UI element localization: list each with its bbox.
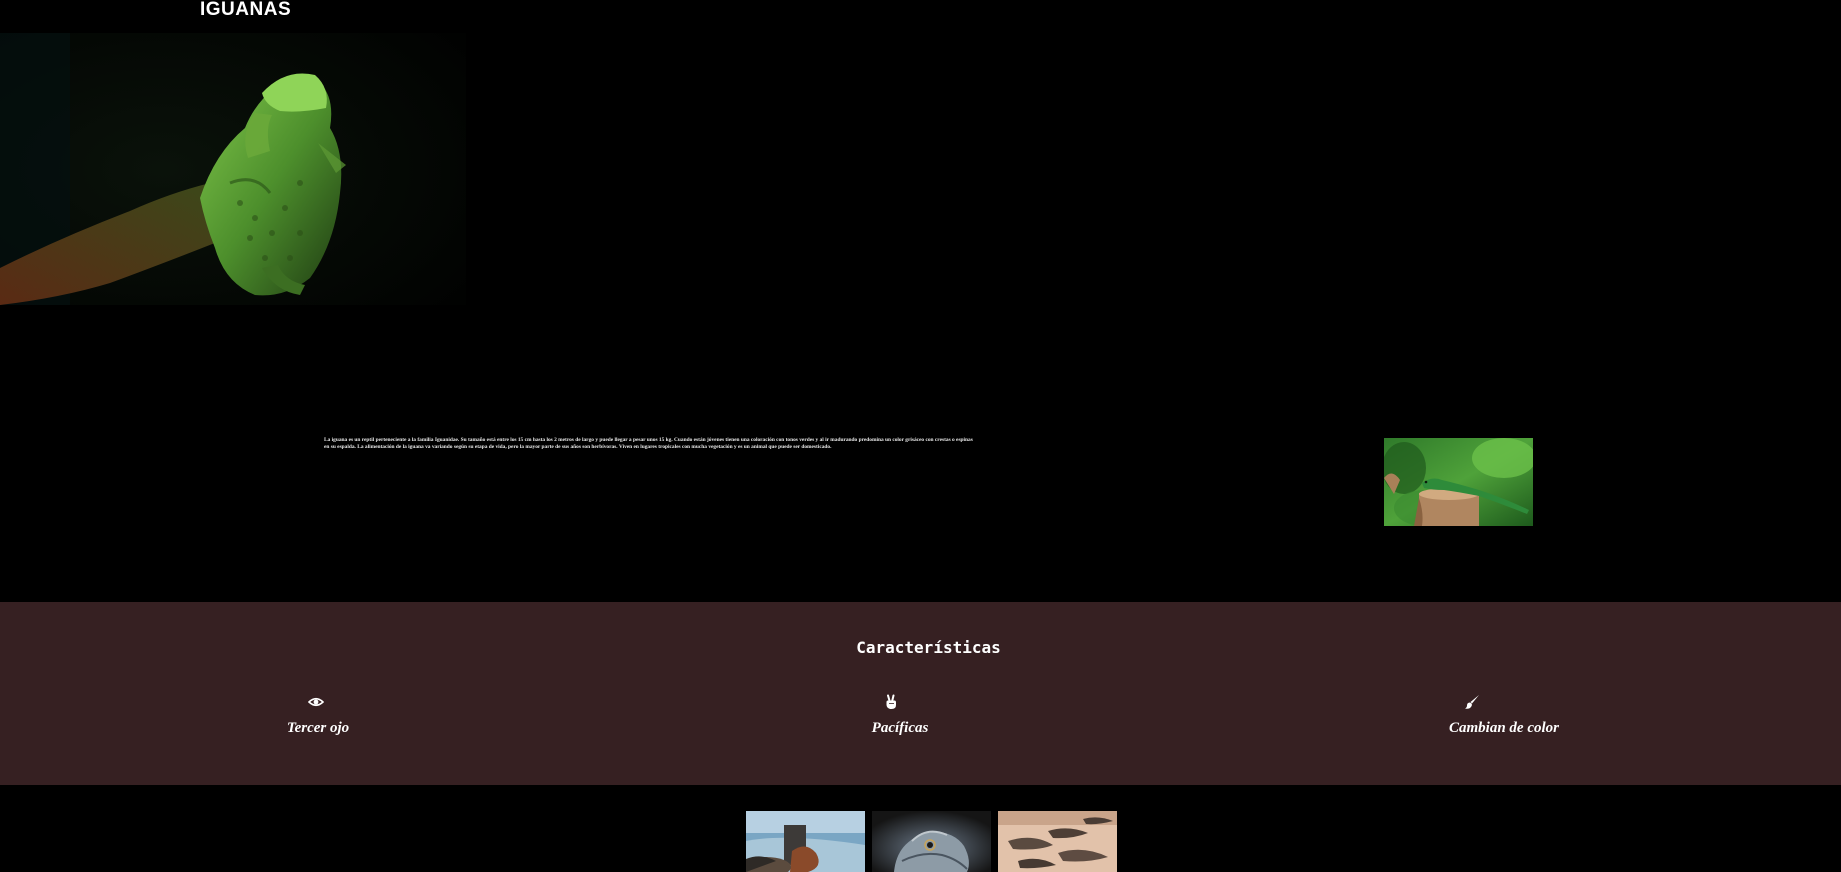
gallery-photo-iguana-head bbox=[872, 811, 991, 872]
side-iguana-photo bbox=[1384, 438, 1533, 526]
gallery-photo-beach-iguana bbox=[746, 811, 865, 872]
paintbrush-icon bbox=[1465, 695, 1479, 709]
feature-peaceful: Pacíficas bbox=[800, 694, 1000, 737]
page: IGUANAS La iguana es un reptil perteneci… bbox=[0, 0, 1841, 872]
site-title: IGUANAS bbox=[200, 0, 292, 20]
feature-label: Tercer ojo bbox=[286, 720, 350, 736]
feature-label: Cambian de color bbox=[1448, 720, 1559, 736]
gallery-photo-iguana-group bbox=[998, 811, 1117, 872]
intro-paragraph: La iguana es un reptil perteneciente a l… bbox=[324, 437, 973, 450]
features-section: Características Tercer ojo Pacíficas Cam… bbox=[0, 602, 1841, 785]
feature-third-eye: Tercer ojo bbox=[218, 694, 418, 737]
features-title: Características bbox=[856, 638, 1001, 657]
hero-iguana-photo bbox=[0, 33, 466, 305]
feature-label: Pacíficas bbox=[871, 720, 929, 736]
peace-hand-icon bbox=[886, 694, 896, 709]
feature-change-color: Cambian de color bbox=[1404, 694, 1604, 737]
eye-icon bbox=[308, 697, 324, 707]
